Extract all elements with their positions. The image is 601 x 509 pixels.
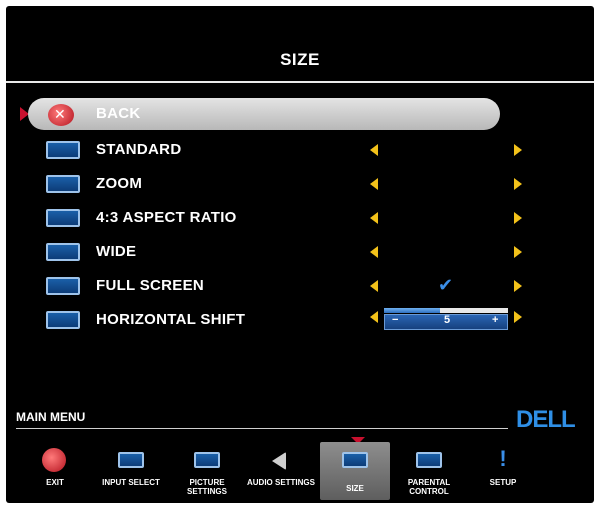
menu-item-zoom[interactable]: ZOOM	[6, 170, 594, 198]
arrow-left-icon[interactable]	[370, 246, 378, 258]
full-screen-icon	[46, 277, 80, 295]
nav-input-select[interactable]: INPUT SELECT	[96, 442, 166, 500]
slider-value: 5	[444, 314, 451, 326]
nav-parental-control[interactable]: PARENTAL CONTROL	[394, 442, 464, 500]
osd-screen: SIZE BACK STANDARD ZOOM 4:3 ASPECT RATIO…	[6, 6, 594, 503]
arrow-left-icon[interactable]	[370, 311, 378, 323]
arrow-left-icon[interactable]	[370, 144, 378, 156]
nav-label: SETUP	[489, 478, 517, 487]
nav-setup[interactable]: ! SETUP	[468, 442, 538, 500]
nav-audio-settings[interactable]: AUDIO SETTINGS	[246, 442, 316, 500]
horizontal-shift-icon	[46, 311, 80, 329]
nav-label: PICTURE SETTINGS	[186, 478, 227, 496]
audio-settings-icon	[272, 452, 286, 470]
menu-item-label: 4:3 ASPECT RATIO	[96, 209, 237, 226]
nav-size[interactable]: SIZE	[320, 442, 390, 500]
nav-label: EXIT	[46, 478, 64, 487]
title-divider	[6, 81, 594, 83]
nav-label: SIZE	[346, 484, 364, 493]
zoom-icon	[46, 175, 80, 193]
standard-icon	[46, 141, 80, 159]
arrow-right-icon[interactable]	[514, 212, 522, 224]
menu-item-label: WIDE	[96, 243, 137, 260]
nav-label: PARENTAL CONTROL	[407, 478, 451, 496]
menu-item-standard[interactable]: STANDARD	[6, 136, 594, 164]
menu-item-wide[interactable]: WIDE	[6, 238, 594, 266]
back-icon	[48, 104, 74, 126]
horizontal-shift-slider[interactable]: − 5 +	[384, 304, 508, 330]
arrow-right-icon[interactable]	[514, 280, 522, 292]
dell-logo: DELL	[516, 406, 576, 433]
aspect-ratio-icon	[46, 209, 80, 227]
picture-settings-icon	[194, 452, 220, 468]
checkmark-icon: ✔	[438, 275, 454, 295]
parental-control-icon	[416, 452, 442, 468]
arrow-right-icon[interactable]	[514, 144, 522, 156]
wide-icon	[46, 243, 80, 261]
slider-plus-label: +	[492, 314, 499, 326]
menu-item-label: STANDARD	[96, 141, 182, 158]
slider-fill	[384, 308, 440, 313]
menu-item-full-screen[interactable]: FULL SCREEN ✔	[6, 272, 594, 300]
nav-picture-settings[interactable]: PICTURE SETTINGS	[172, 442, 242, 500]
slider-minus-label: −	[392, 314, 399, 326]
size-icon	[342, 452, 368, 468]
nav-label: AUDIO SETTINGS	[246, 478, 315, 487]
arrow-right-icon[interactable]	[514, 178, 522, 190]
arrow-left-icon[interactable]	[370, 280, 378, 292]
menu-title: SIZE	[280, 50, 320, 69]
setup-icon: !	[499, 446, 507, 471]
nav-exit[interactable]: EXIT	[20, 442, 90, 500]
arrow-left-icon[interactable]	[370, 178, 378, 190]
nav-label: INPUT SELECT	[102, 478, 160, 487]
input-select-icon	[118, 452, 144, 468]
menu-item-back[interactable]: BACK	[6, 100, 594, 128]
menu-item-label: BACK	[96, 105, 141, 122]
arrow-right-icon[interactable]	[514, 311, 522, 323]
menu-item-label: HORIZONTAL SHIFT	[96, 311, 246, 328]
main-menu-divider	[16, 428, 508, 429]
arrow-right-icon[interactable]	[514, 246, 522, 258]
exit-icon	[42, 448, 66, 472]
main-menu-label: MAIN MENU	[16, 410, 86, 424]
arrow-left-icon[interactable]	[370, 212, 378, 224]
menu-item-label: FULL SCREEN	[96, 277, 205, 294]
menu-item-aspect-ratio[interactable]: 4:3 ASPECT RATIO	[6, 204, 594, 232]
menu-item-label: ZOOM	[96, 175, 143, 192]
